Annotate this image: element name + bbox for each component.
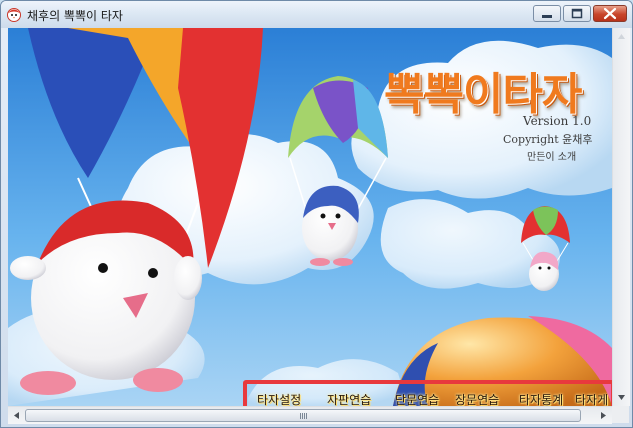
window-title: 채후의 뽁뽁이 타자	[27, 9, 123, 23]
main-menu: 타자설정 자판연습 단문연습 장문연습 타자통계 타자게	[243, 380, 612, 406]
splash-area: 뽁뽁이타자 Version 1.0 Copyright 윤채후 만든이 소개 타…	[8, 28, 612, 406]
menu-item-keyboard-practice[interactable]: 자판연습	[327, 391, 371, 406]
app-logo: 뽁뽁이타자	[384, 69, 582, 120]
horizontal-scrollbar[interactable]	[8, 406, 612, 424]
scroll-up-icon[interactable]	[613, 28, 630, 45]
vertical-scrollbar[interactable]	[612, 28, 630, 406]
minimize-icon	[542, 15, 552, 18]
maximize-icon	[571, 8, 583, 19]
scrollbar-corner	[612, 406, 629, 423]
scroll-left-icon[interactable]	[8, 407, 25, 424]
about-author-link[interactable]: 만든이 소개	[527, 148, 576, 163]
menu-item-typing-game[interactable]: 타자게	[575, 391, 608, 406]
title-bar[interactable]: 채후의 뽁뽁이 타자	[1, 1, 632, 28]
close-button[interactable]	[593, 5, 627, 22]
menu-item-long-text-practice[interactable]: 장문연습	[455, 391, 499, 406]
copyright-label: Copyright 윤채후	[503, 133, 593, 146]
grip-icon	[300, 413, 308, 419]
menu-item-typing-statistics[interactable]: 타자통계	[519, 391, 563, 406]
scroll-down-icon[interactable]	[613, 389, 630, 406]
menu-item-typing-settings[interactable]: 타자설정	[257, 391, 301, 406]
maximize-button[interactable]	[563, 5, 591, 22]
minimize-button[interactable]	[533, 5, 561, 22]
version-label: Version 1.0	[523, 114, 592, 128]
menu-item-short-sentence-practice[interactable]: 단문연습	[395, 391, 439, 406]
penguin-icon[interactable]	[6, 6, 22, 22]
app-window: 채후의 뽁뽁이 타자 뽁뽁이타자 Version 1.0 Copyright 윤…	[0, 0, 633, 428]
close-icon	[603, 7, 617, 20]
scroll-right-icon[interactable]	[595, 407, 612, 424]
horizontal-scroll-thumb[interactable]	[25, 409, 581, 422]
